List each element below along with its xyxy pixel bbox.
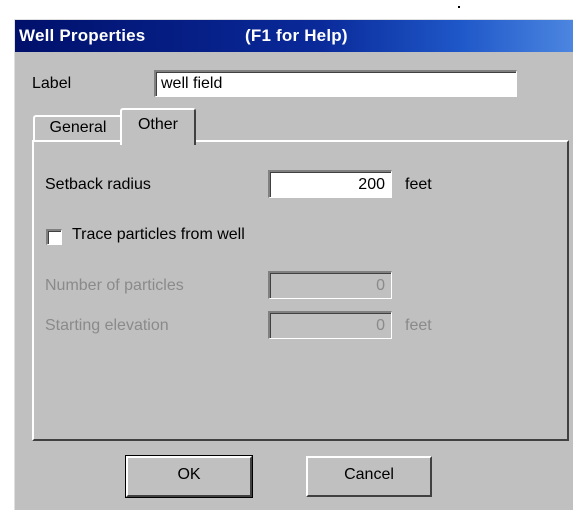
setback-radius-label: Setback radius — [45, 176, 151, 193]
tab-other[interactable]: Other — [120, 108, 196, 145]
setback-radius-input[interactable] — [268, 170, 392, 198]
trace-particles-label[interactable]: Trace particles from well — [72, 226, 245, 244]
starting-elevation-unit: feet — [405, 317, 432, 334]
cancel-button[interactable]: Cancel — [306, 456, 432, 497]
help-hint: (F1 for Help) — [245, 26, 348, 45]
label-input[interactable] — [154, 70, 517, 97]
well-properties-dialog: Well Properties (F1 for Help) Label Gene… — [14, 19, 573, 510]
dialog-title: Well Properties — [19, 26, 146, 45]
stray-mark — [458, 6, 460, 8]
number-of-particles-input[interactable] — [268, 271, 392, 299]
starting-elevation-input[interactable] — [268, 311, 392, 339]
label-field-label: Label — [32, 75, 72, 92]
ok-button[interactable]: OK — [125, 455, 253, 498]
setback-radius-unit: feet — [405, 176, 432, 193]
title-bar[interactable]: Well Properties (F1 for Help) — [15, 20, 573, 52]
number-of-particles-label: Number of particles — [45, 277, 184, 294]
starting-elevation-label: Starting elevation — [45, 317, 169, 334]
tab-panel-other: Setback radius feet Trace particles from… — [32, 140, 569, 441]
tab-general[interactable]: General — [33, 115, 123, 142]
trace-particles-checkbox[interactable] — [46, 229, 62, 245]
